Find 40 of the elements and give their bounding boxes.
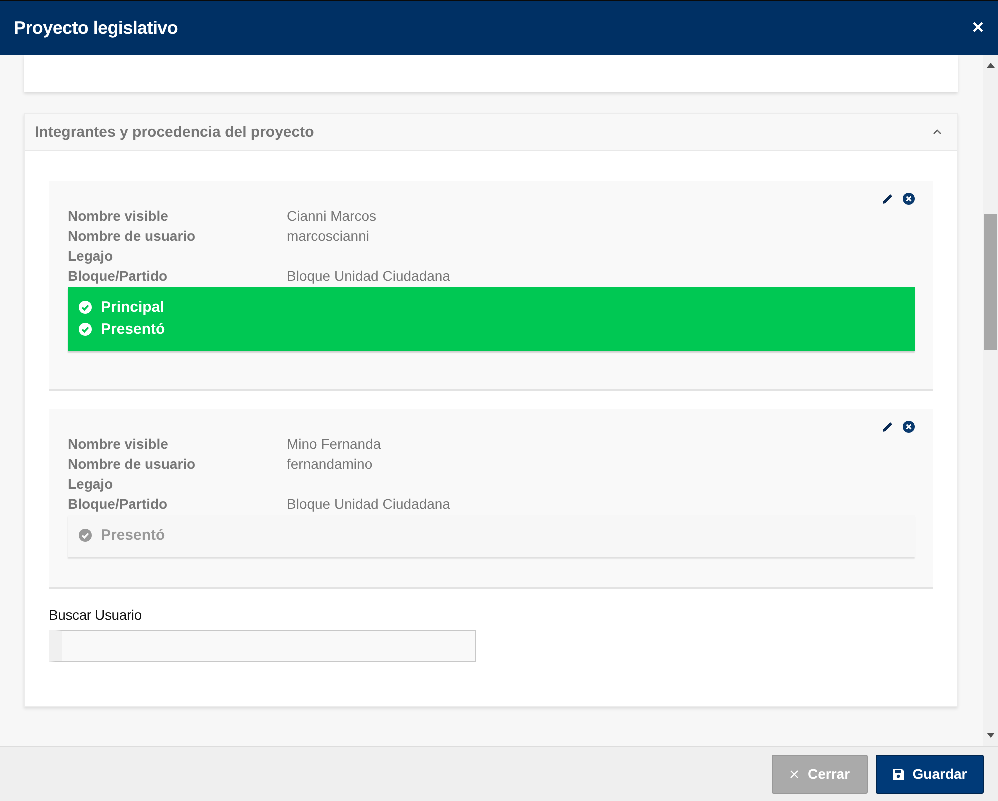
- close-circle-icon: [903, 193, 915, 205]
- field-label: Nombre de usuario: [68, 455, 197, 474]
- close-button[interactable]: ×: [970, 18, 986, 38]
- window-title: Proyecto legislativo: [14, 18, 178, 38]
- section-header[interactable]: Integrantes y procedencia del proyecto: [25, 114, 957, 151]
- field-value: Cianni Marcos: [287, 207, 378, 226]
- field-label: Nombre de usuario: [68, 227, 197, 246]
- field-value: fernandamino: [287, 455, 374, 474]
- edit-button[interactable]: [882, 421, 894, 435]
- scrollbar[interactable]: [983, 55, 998, 746]
- field-value: Mino Fernanda: [287, 435, 382, 454]
- field-label: Nombre visible: [68, 435, 170, 454]
- search-field[interactable]: [49, 630, 476, 662]
- field-value: Bloque Unidad Ciudadana: [287, 495, 452, 514]
- section-title: Integrantes y procedencia del proyecto: [35, 124, 314, 140]
- scroll-up-icon: [986, 63, 994, 68]
- close-circle-icon: [903, 421, 915, 433]
- pencil-icon: [882, 421, 894, 433]
- check-circle-icon: [79, 528, 92, 542]
- check-circle-icon: [79, 300, 92, 314]
- status-label: Presentó: [101, 526, 166, 544]
- field-label: Legajo: [68, 247, 114, 266]
- status-label: Presentó: [101, 320, 166, 338]
- check-circle-icon: [79, 322, 92, 336]
- remove-button[interactable]: [903, 193, 915, 207]
- edit-button[interactable]: [882, 193, 894, 207]
- field-label: Nombre visible: [68, 207, 170, 226]
- status-label: Principal: [101, 298, 164, 316]
- field-label: Legajo: [68, 475, 114, 494]
- close-icon: [790, 770, 799, 778]
- pencil-icon: [882, 193, 894, 205]
- field-value: Bloque Unidad Ciudadana: [287, 267, 452, 286]
- remove-button[interactable]: [903, 421, 915, 435]
- scroll-thumb[interactable]: [984, 214, 997, 350]
- field-label: Bloque/Partido: [68, 495, 169, 514]
- field-label: Bloque/Partido: [68, 267, 169, 286]
- save-button[interactable]: Guardar: [876, 754, 984, 794]
- field-label: Buscar Usuario: [49, 607, 143, 623]
- scroll-down-icon: [986, 733, 994, 738]
- field-value: marcoscianni: [287, 227, 370, 246]
